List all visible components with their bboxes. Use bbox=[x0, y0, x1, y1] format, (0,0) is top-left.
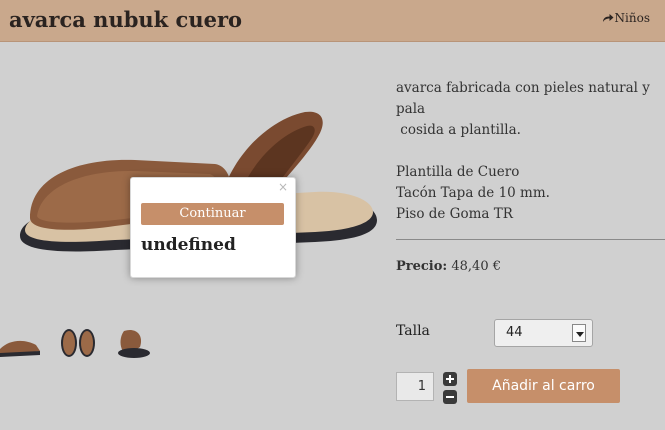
plus-icon[interactable] bbox=[443, 372, 457, 386]
product-description: avarca fabricada con pieles natural y pa… bbox=[396, 78, 661, 225]
divider bbox=[396, 239, 665, 240]
product-header: avarca nubuk cuero Niños bbox=[0, 0, 665, 42]
description-line: Plantilla de Cuero bbox=[396, 164, 520, 180]
product-title: avarca nubuk cuero bbox=[9, 7, 243, 32]
share-arrow-icon bbox=[602, 14, 614, 22]
size-select[interactable]: 44 bbox=[494, 319, 593, 347]
price-label: Precio: bbox=[396, 259, 448, 274]
size-label: Talla bbox=[396, 323, 430, 339]
category-link-label: Niños bbox=[614, 11, 650, 25]
description-line: avarca fabricada con pieles natural y pa… bbox=[396, 80, 650, 117]
size-selected-value: 44 bbox=[506, 325, 523, 340]
price: Precio: 48,40 € bbox=[396, 259, 501, 274]
thumbnail-1[interactable] bbox=[0, 325, 44, 361]
description-line: cosida a plantilla. bbox=[396, 122, 521, 138]
quantity-input[interactable]: 1 bbox=[396, 372, 434, 401]
dropdown-arrow-icon bbox=[572, 324, 586, 342]
close-icon[interactable]: × bbox=[278, 180, 288, 194]
cart-popup: × Continuar comprando undefined bbox=[130, 177, 296, 278]
description-line: Piso de Goma TR bbox=[396, 206, 513, 222]
description-line: Tacón Tapa de 10 mm. bbox=[396, 185, 550, 201]
add-to-cart-button[interactable]: Añadir al carro bbox=[467, 369, 620, 403]
popup-message: undefined bbox=[141, 235, 236, 255]
thumbnail-2[interactable] bbox=[57, 325, 101, 361]
continue-shopping-button[interactable]: Continuar comprando bbox=[141, 203, 284, 243]
minus-icon[interactable] bbox=[443, 390, 457, 404]
price-value: 48,40 € bbox=[451, 259, 501, 274]
thumbnail-3[interactable] bbox=[114, 325, 158, 361]
category-link[interactable]: Niños bbox=[602, 11, 650, 25]
